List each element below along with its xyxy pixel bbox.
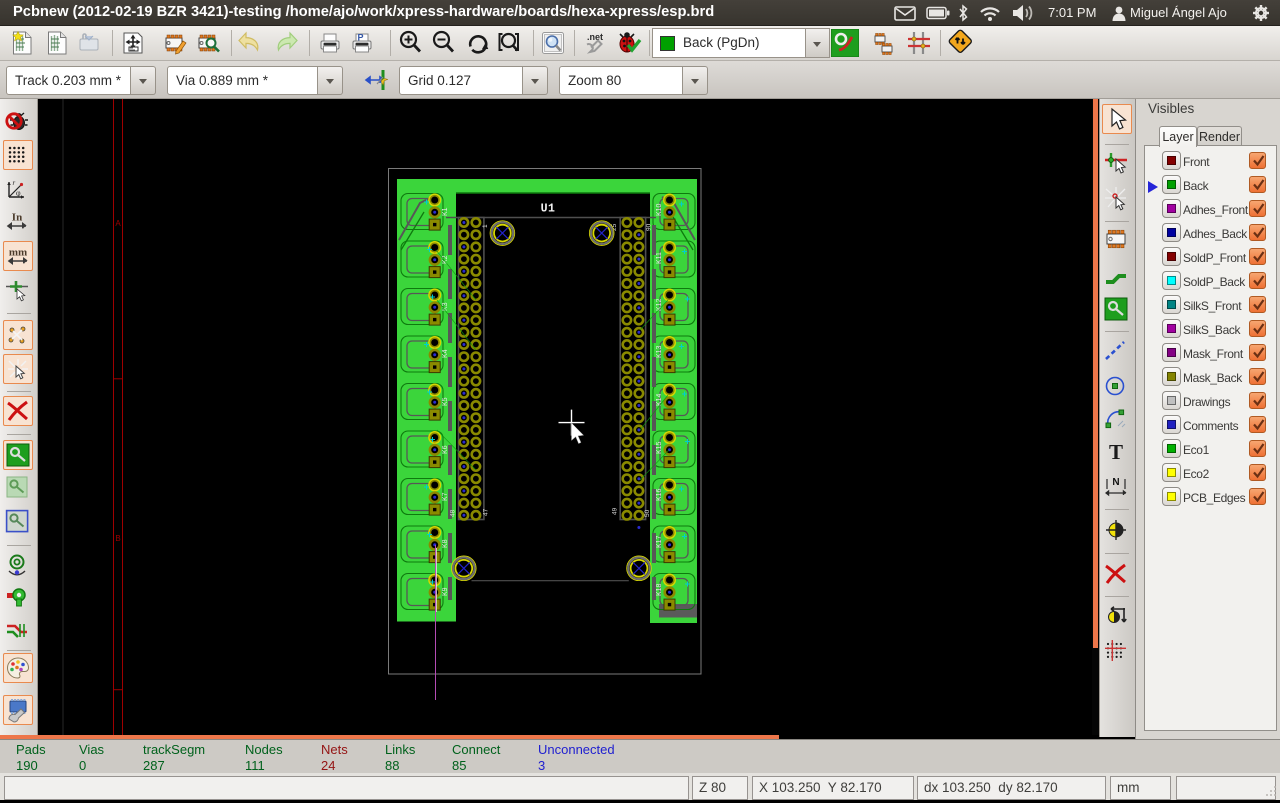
svg-text:47: 47 — [483, 508, 490, 516]
svg-text:mm: mm — [9, 247, 27, 259]
svg-text:1: 1 — [482, 224, 489, 228]
svg-text:K9: K9 — [442, 587, 449, 596]
svg-text:K17: K17 — [656, 535, 663, 548]
svg-text:K16: K16 — [656, 488, 663, 501]
svg-text:K2: K2 — [442, 255, 449, 264]
svg-text:K18: K18 — [656, 583, 663, 596]
svg-text:K7: K7 — [442, 492, 449, 501]
svg-text:K1: K1 — [442, 207, 449, 216]
svg-text:48: 48 — [450, 509, 457, 517]
svg-text:U1: U1 — [541, 203, 556, 216]
svg-text:K8: K8 — [442, 539, 449, 548]
svg-text:T: T — [1109, 440, 1123, 464]
svg-text:r: r — [13, 179, 16, 187]
svg-text:In: In — [12, 212, 22, 224]
svg-text:K3: K3 — [442, 302, 449, 311]
svg-text:K15: K15 — [656, 441, 663, 454]
svg-text:K11: K11 — [656, 252, 663, 264]
svg-text:K4: K4 — [442, 349, 449, 358]
svg-text:K14: K14 — [656, 393, 663, 406]
svg-text:K13: K13 — [656, 345, 663, 358]
svg-text:49: 49 — [612, 507, 619, 515]
svg-text:.net: .net — [587, 32, 603, 42]
svg-text:K5: K5 — [442, 397, 449, 406]
svg-text:B: B — [115, 534, 120, 543]
svg-text:90: 90 — [646, 223, 653, 231]
svg-text:A: A — [115, 219, 121, 228]
svg-text:K6: K6 — [442, 445, 449, 454]
svg-text:φ: φ — [16, 189, 21, 198]
svg-text:P: P — [358, 33, 364, 43]
svg-text:N: N — [1112, 477, 1119, 488]
svg-text:K10: K10 — [656, 203, 663, 216]
svg-text:50: 50 — [644, 509, 651, 517]
